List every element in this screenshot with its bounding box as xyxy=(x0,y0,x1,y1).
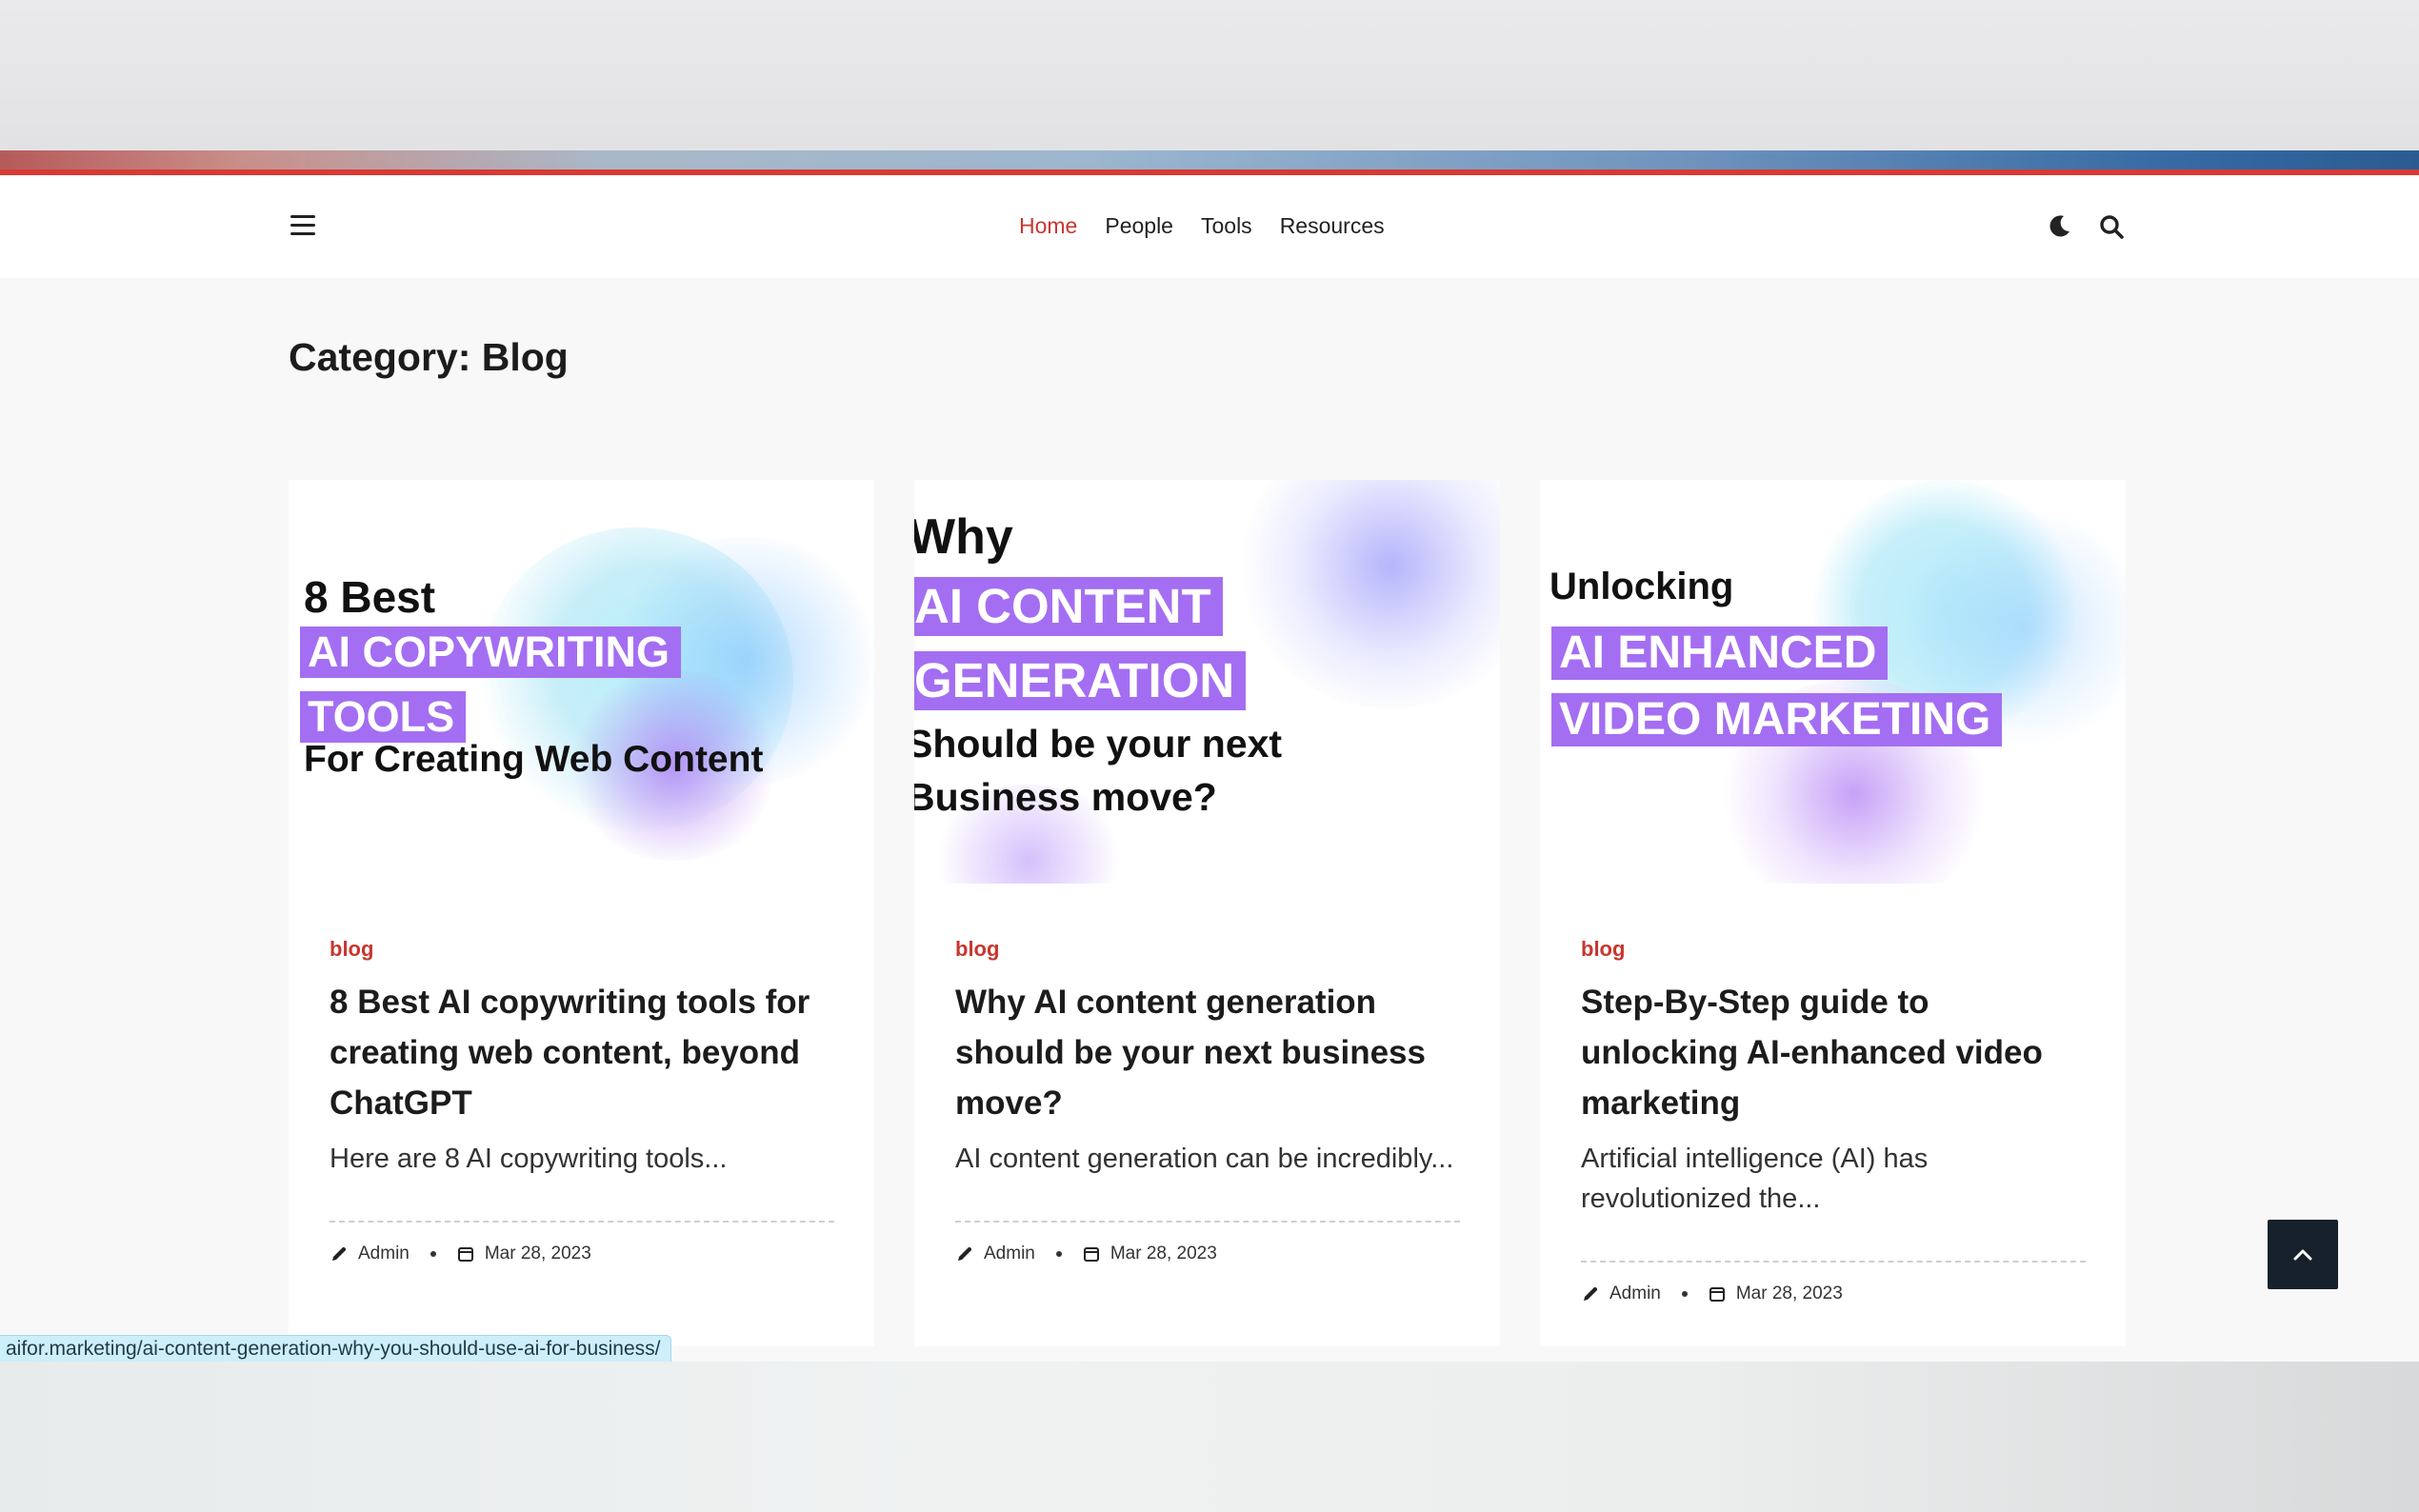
pen-icon xyxy=(1584,1286,1598,1301)
hamburger-icon[interactable] xyxy=(290,215,315,236)
post-card: Unlocking AI ENHANCED VIDEO MARKETING bl… xyxy=(1540,480,2126,1346)
post-author[interactable]: Admin xyxy=(984,1243,1035,1264)
post-author[interactable]: Admin xyxy=(1609,1283,1661,1304)
status-bar-url: aifor.marketing/ai-content-generation-wh… xyxy=(0,1335,671,1363)
post-category[interactable]: blog xyxy=(1581,937,1625,962)
main-nav: Home People Tools Resources xyxy=(1019,211,1412,240)
post-meta: Admin Mar 28, 2023 xyxy=(330,1243,591,1264)
thumbnail-text: For Creating Web Content xyxy=(304,739,764,780)
thumbnail-text: AI CONTENT xyxy=(914,577,1223,636)
post-title[interactable]: Step-By-Step guide to unlocking AI-enhan… xyxy=(1581,977,2086,1128)
thumbnail-text: AI ENHANCED xyxy=(1551,627,1889,680)
nav-home[interactable]: Home xyxy=(1019,211,1077,240)
thumbnail-text: Business move? xyxy=(914,775,1217,819)
post-card: 8 Best AI COPYWRITING TOOLS For Creating… xyxy=(289,480,874,1346)
calendar-icon xyxy=(457,1247,473,1262)
post-date: Mar 28, 2023 xyxy=(484,1243,591,1263)
meta-separator xyxy=(430,1251,436,1257)
thumbnail-text: Why xyxy=(914,509,1013,565)
post-card: Why AI CONTENT GENERATION Should be your… xyxy=(914,480,1500,1346)
post-thumbnail[interactable]: Why AI CONTENT GENERATION Should be your… xyxy=(914,480,1500,884)
pen-icon xyxy=(958,1246,972,1261)
thumbnail-text: VIDEO MARKETING xyxy=(1551,693,2003,746)
meta-separator xyxy=(1681,1291,1688,1297)
moon-icon[interactable] xyxy=(2048,213,2072,238)
meta-separator xyxy=(1055,1251,1062,1257)
thumbnail-text: GENERATION xyxy=(914,651,1247,710)
bottom-chrome xyxy=(0,1362,2419,1512)
card-divider xyxy=(330,1221,834,1223)
post-meta: Admin Mar 28, 2023 xyxy=(1581,1283,1843,1304)
post-title[interactable]: Why AI content generation should be your… xyxy=(955,977,1460,1128)
thumbnail-text: 8 Best xyxy=(304,572,436,622)
calendar-icon xyxy=(1083,1247,1099,1262)
calendar-icon xyxy=(1709,1287,1725,1302)
post-date: Mar 28, 2023 xyxy=(1110,1243,1217,1263)
post-excerpt: Artificial intelligence (AI) has revolut… xyxy=(1581,1144,1929,1214)
back-to-top-button[interactable] xyxy=(2268,1220,2338,1289)
post-category[interactable]: blog xyxy=(330,937,373,962)
nav-tools[interactable]: Tools xyxy=(1201,211,1252,240)
top-chrome xyxy=(0,0,2419,150)
post-excerpt: AI content generation can be incredibly.… xyxy=(955,1144,1454,1174)
pen-icon xyxy=(332,1246,347,1261)
thumbnail-text: Should be your next xyxy=(914,722,1283,766)
card-divider xyxy=(1581,1261,2086,1263)
nav-resources[interactable]: Resources xyxy=(1280,211,1385,240)
post-excerpt: Here are 8 AI copywriting tools... xyxy=(330,1144,728,1174)
post-thumbnail[interactable]: 8 Best AI COPYWRITING TOOLS For Creating… xyxy=(289,480,874,884)
card-divider xyxy=(955,1221,1460,1223)
search-icon[interactable] xyxy=(2098,213,2125,240)
main-content: Category: Blog 8 Best AI COPYWRITING TOO… xyxy=(0,278,2419,1362)
post-author[interactable]: Admin xyxy=(358,1243,410,1264)
page-title: Category: Blog xyxy=(289,335,569,379)
header-banner-strip xyxy=(0,150,2419,169)
nav-people[interactable]: People xyxy=(1105,211,1173,240)
thumbnail-text: Unlocking xyxy=(1549,566,1734,607)
post-category[interactable]: blog xyxy=(955,937,999,962)
chevron-up-icon xyxy=(2293,1249,2312,1260)
post-title[interactable]: 8 Best AI copywriting tools for creating… xyxy=(330,977,834,1128)
post-meta: Admin Mar 28, 2023 xyxy=(955,1243,1217,1264)
post-date: Mar 28, 2023 xyxy=(1735,1283,1843,1303)
post-thumbnail[interactable]: Unlocking AI ENHANCED VIDEO MARKETING xyxy=(1540,480,2126,884)
thumbnail-text: TOOLS xyxy=(300,691,467,743)
site-header: Home People Tools Resources xyxy=(0,175,2419,278)
thumbnail-text: AI COPYWRITING xyxy=(300,627,681,678)
